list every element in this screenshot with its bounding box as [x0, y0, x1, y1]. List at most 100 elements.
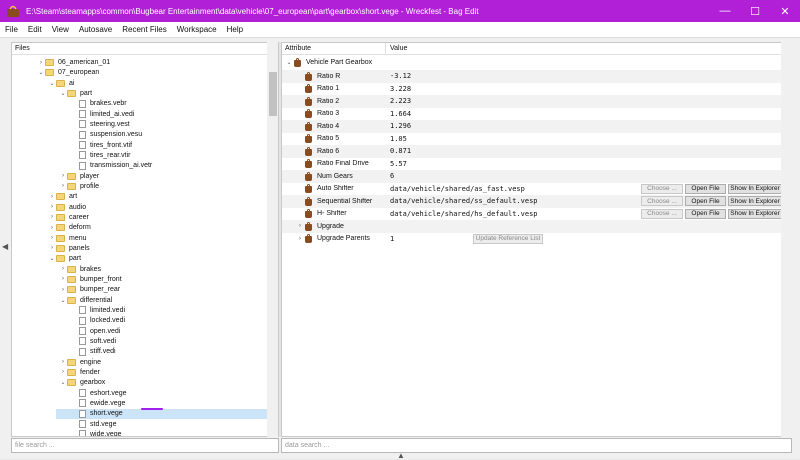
- maximize-button[interactable]: ☐: [740, 0, 770, 22]
- menu-help[interactable]: Help: [222, 25, 248, 34]
- tree-folder[interactable]: › brakes: [59, 264, 101, 274]
- chevron-right-icon[interactable]: ›: [48, 194, 56, 200]
- tree-file[interactable]: soft.vedi: [70, 336, 116, 346]
- open-file-button[interactable]: Open File: [685, 196, 726, 206]
- choose-button[interactable]: Choose ...: [641, 183, 683, 194]
- chevron-right-icon[interactable]: ›: [59, 369, 67, 375]
- tree-folder[interactable]: ⌄ ai: [48, 78, 74, 88]
- tree-folder[interactable]: ⌄ part: [59, 88, 92, 98]
- chevron-right-icon[interactable]: ›: [59, 266, 67, 272]
- show-in-explorer-button[interactable]: Show In Explorer: [728, 183, 782, 194]
- attribute-value[interactable]: data/vehicle/shared/ss_default.vesp: [390, 197, 538, 205]
- tree-folder[interactable]: › audio: [48, 202, 86, 212]
- tree-folder[interactable]: › bumper_rear: [59, 285, 120, 295]
- close-button[interactable]: ✕: [770, 0, 800, 22]
- tree-folder[interactable]: ⌄ part: [48, 254, 81, 264]
- tree-file[interactable]: stiff.vedi: [70, 347, 116, 357]
- attribute-value[interactable]: -3.12: [390, 72, 411, 80]
- attribute-row[interactable]: Ratio 4 1.296: [282, 119, 782, 133]
- update-reference-list-button[interactable]: Update Reference List: [473, 233, 543, 244]
- attributes-scrollbar[interactable]: [781, 42, 792, 437]
- chevron-down-icon[interactable]: ⌄: [37, 69, 45, 76]
- chevron-right-icon[interactable]: ›: [48, 245, 56, 251]
- tree-folder[interactable]: › fender: [59, 367, 100, 377]
- menu-autosave[interactable]: Autosave: [74, 25, 117, 34]
- open-file-button[interactable]: Open File: [685, 183, 726, 194]
- tree-file[interactable]: eshort.vege: [70, 388, 127, 398]
- tree-folder[interactable]: › player: [59, 171, 99, 181]
- tree-file[interactable]: steering.vest: [70, 119, 130, 129]
- file-search-input[interactable]: file search ...: [11, 438, 279, 453]
- chevron-right-icon[interactable]: ›: [59, 173, 67, 179]
- tree-folder[interactable]: ⌄ gearbox: [59, 378, 105, 388]
- tree-folder[interactable]: › art: [48, 192, 77, 202]
- attribute-value[interactable]: 2.223: [390, 97, 411, 105]
- tree-folder[interactable]: › 06_american_01: [37, 58, 110, 68]
- tree-file[interactable]: locked.vedi: [70, 316, 125, 326]
- attribute-row[interactable]: Ratio R -3.12: [282, 69, 782, 83]
- tree-folder[interactable]: › panels: [48, 243, 90, 253]
- value-column-header[interactable]: Value: [386, 45, 407, 52]
- tree-file[interactable]: transmission_ai.vetr: [70, 161, 152, 171]
- choose-button[interactable]: Choose ...: [641, 208, 683, 219]
- data-search-input[interactable]: data search ...: [281, 438, 792, 453]
- chevron-right-icon[interactable]: ›: [37, 60, 45, 66]
- tree-file[interactable]: brakes.vebr: [70, 99, 127, 109]
- chevron-right-icon[interactable]: ›: [48, 214, 56, 220]
- open-file-button[interactable]: Open File: [685, 208, 726, 219]
- attribute-value[interactable]: 1: [390, 235, 394, 243]
- tree-file[interactable]: short.vege: [56, 408, 268, 419]
- choose-button[interactable]: Choose ...: [641, 196, 683, 206]
- chevron-down-icon[interactable]: ⌄: [59, 297, 67, 304]
- attribute-value[interactable]: 5.57: [390, 160, 407, 168]
- menu-edit[interactable]: Edit: [23, 25, 47, 34]
- attribute-root-row[interactable]: ⌄ Vehicle Part Gearbox: [282, 56, 782, 69]
- chevron-right-icon[interactable]: ›: [48, 235, 56, 241]
- tree-file[interactable]: std.vege: [70, 419, 116, 429]
- tree-file[interactable]: tires_rear.vtir: [70, 150, 130, 160]
- chevron-right-icon[interactable]: ›: [296, 223, 304, 229]
- chevron-right-icon[interactable]: ›: [59, 183, 67, 189]
- tree-folder[interactable]: › deform: [48, 223, 91, 233]
- tree-file[interactable]: wide.vege: [70, 429, 122, 436]
- menu-workspace[interactable]: Workspace: [172, 25, 222, 34]
- show-in-explorer-button[interactable]: Show In Explorer: [728, 196, 782, 206]
- attribute-row[interactable]: Ratio 5 1.05: [282, 132, 782, 145]
- attribute-value[interactable]: 1.664: [390, 110, 411, 118]
- attribute-row[interactable]: Num Gears 6: [282, 169, 782, 183]
- attribute-value[interactable]: 6: [390, 172, 394, 180]
- chevron-right-icon[interactable]: ›: [48, 204, 56, 210]
- chevron-right-icon[interactable]: ›: [296, 236, 304, 242]
- attribute-row[interactable]: Auto Shifter data/vehicle/shared/as_fast.…: [282, 182, 782, 195]
- menu-view[interactable]: View: [47, 25, 74, 34]
- tree-folder[interactable]: ⌄ differential: [59, 295, 112, 305]
- attribute-row[interactable]: H- Shifter data/vehicle/shared/hs_default…: [282, 207, 782, 220]
- tree-file[interactable]: limited_ai.vedi: [70, 109, 134, 119]
- chevron-right-icon[interactable]: ›: [59, 287, 67, 293]
- attribute-value[interactable]: data/vehicle/shared/as_fast.vesp: [390, 185, 525, 193]
- attribute-row[interactable]: Ratio 2 2.223: [282, 94, 782, 108]
- tree-folder[interactable]: › career: [48, 212, 89, 222]
- tree-folder[interactable]: ⌄ 07_european: [37, 68, 99, 78]
- attribute-value[interactable]: 1.05: [390, 135, 407, 143]
- attribute-value[interactable]: 3.228: [390, 85, 411, 93]
- menu-recent-files[interactable]: Recent Files: [117, 25, 171, 34]
- chevron-down-icon[interactable]: ⌄: [48, 255, 56, 262]
- chevron-right-icon[interactable]: ›: [59, 359, 67, 365]
- chevron-right-icon[interactable]: ›: [48, 225, 56, 231]
- minimize-button[interactable]: —: [710, 0, 740, 22]
- attribute-value[interactable]: data/vehicle/shared/hs_default.vesp: [390, 210, 538, 218]
- chevron-down-icon[interactable]: ⌄: [285, 59, 293, 66]
- attribute-value[interactable]: 0.871: [390, 147, 411, 155]
- collapse-left-icon[interactable]: ◀: [2, 242, 8, 251]
- attribute-row[interactable]: Ratio 6 0.871: [282, 144, 782, 158]
- tree-file[interactable]: open.vedi: [70, 326, 120, 336]
- tree-folder[interactable]: › menu: [48, 233, 87, 243]
- tree-folder[interactable]: › engine: [59, 357, 101, 367]
- attribute-row[interactable]: Ratio Final Drive 5.57: [282, 157, 782, 170]
- menu-file[interactable]: File: [0, 25, 23, 34]
- chevron-right-icon[interactable]: ›: [59, 276, 67, 282]
- tree-file[interactable]: limited.vedi: [70, 305, 125, 315]
- chevron-down-icon[interactable]: ⌄: [48, 80, 56, 87]
- tree-folder[interactable]: › bumper_front: [59, 274, 122, 284]
